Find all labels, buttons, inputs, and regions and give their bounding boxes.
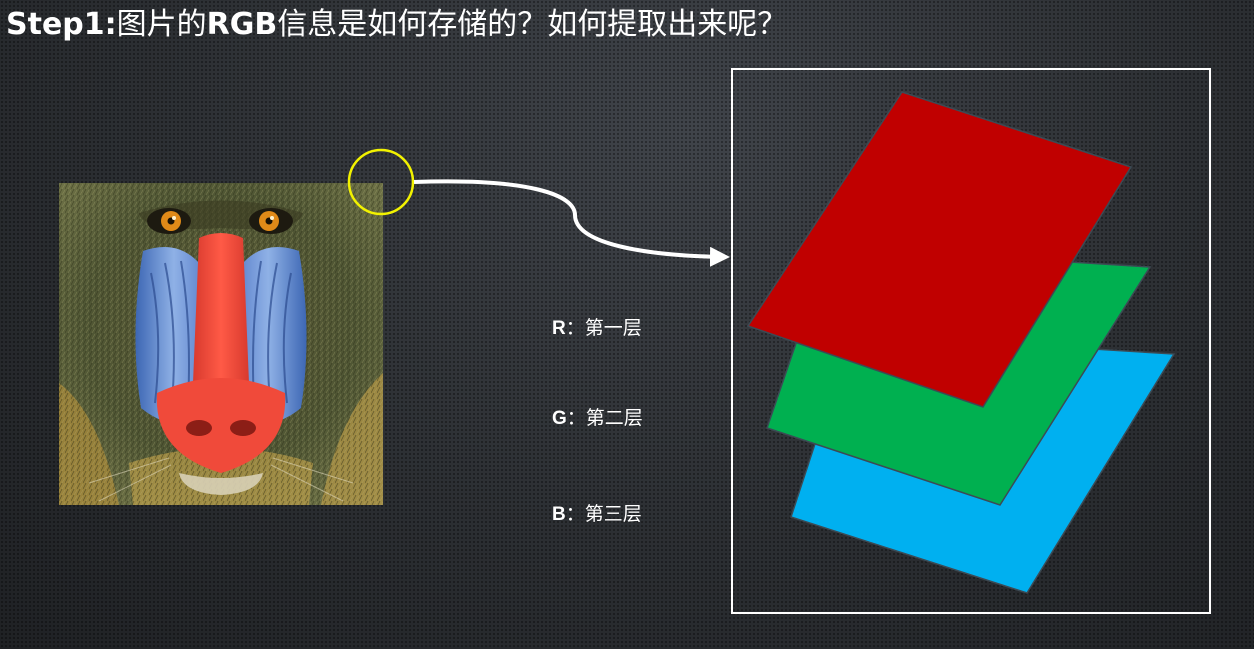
layer-label-g-separator: ：	[566, 407, 586, 429]
layer-label-r-channel: R	[552, 318, 566, 339]
layer-label-g-text: 第二层	[585, 407, 643, 429]
layers-frame	[731, 68, 1211, 614]
layer-label-b-channel: B	[552, 504, 566, 525]
layer-label-r-text: 第一层	[584, 317, 642, 339]
pointer-arrow	[413, 179, 730, 267]
layer-label-g: G：第二层	[552, 406, 643, 431]
layer-label-b: B：第三层	[552, 502, 642, 527]
layer-label-g-channel: G	[552, 408, 567, 429]
layer-label-b-separator: ：	[565, 503, 585, 525]
layer-label-r: R：第一层	[552, 316, 642, 341]
layer-label-r-separator: ：	[565, 317, 585, 339]
pixel-highlight-circle	[347, 148, 415, 216]
layer-label-b-text: 第三层	[584, 503, 642, 525]
